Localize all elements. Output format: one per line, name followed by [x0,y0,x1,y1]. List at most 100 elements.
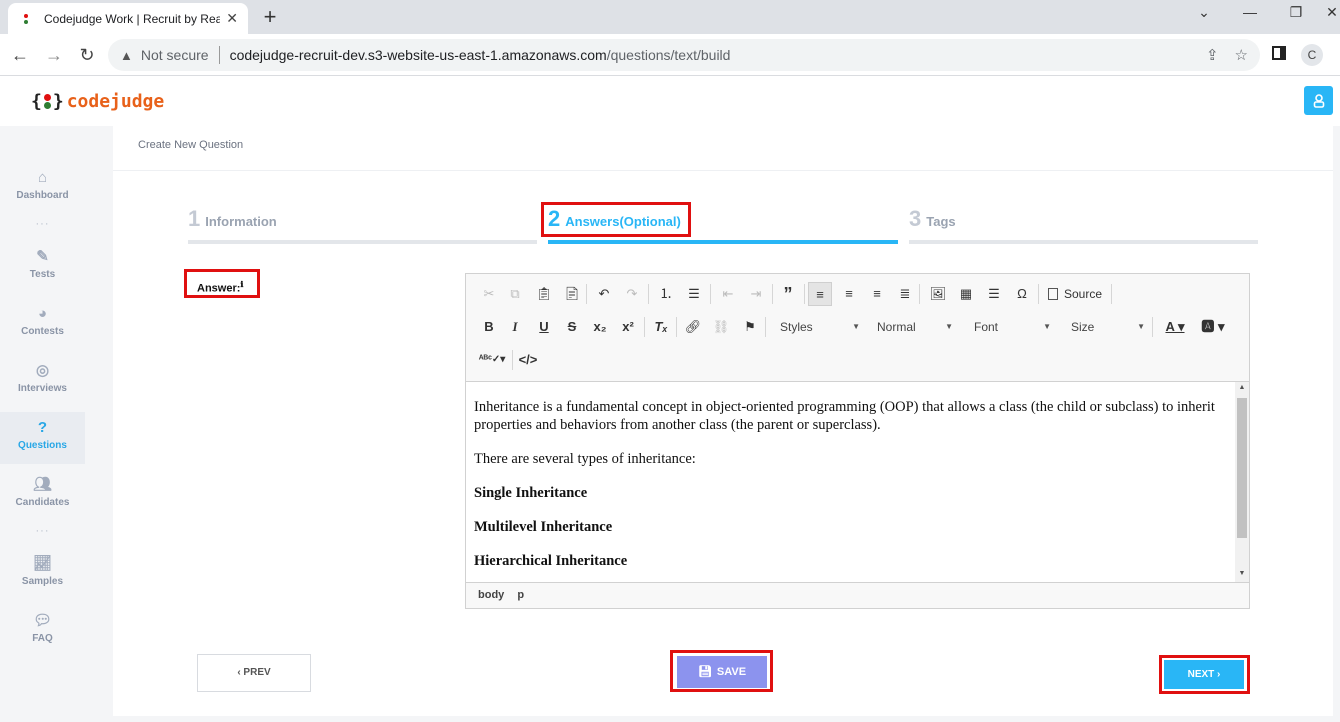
sidebar-item-label: Tests [29,269,56,280]
step-progress-bar [909,240,1258,244]
special-character-icon[interactable]: Ω [1010,282,1034,306]
codejudge-logo[interactable]: { } codejudge [31,91,164,112]
toolbar-separator [1152,317,1153,337]
url-divider [218,46,220,64]
home-icon: ⌂ [37,169,48,186]
step-progress-bar [188,240,537,244]
bulleted-list-icon[interactable]: ☰ [682,282,706,306]
toolbar-separator [1038,284,1039,304]
close-window-button[interactable]: ✕ [1320,4,1340,21]
numbered-list-icon[interactable]: ⒈ [654,282,678,306]
content-paragraph: Inheritance is a fundamental concept in … [474,399,1215,433]
unlink-icon[interactable]: ⛓ [709,315,733,339]
sidebar-item-faq[interactable]: 💬︎ FAQ [0,611,85,661]
align-justify-icon[interactable]: ≣ [893,282,917,306]
blockquote-icon[interactable]: ” [776,282,800,306]
size-select[interactable]: Size ▼ [1065,315,1147,339]
spellcheck-icon[interactable]: ᴬᴮᶜ✓▾ [477,348,507,372]
link-icon[interactable]: 🔗︎ [681,315,705,339]
font-select[interactable]: Font ▼ [968,315,1053,339]
user-profile-button[interactable] [1304,86,1333,115]
underline-icon[interactable]: U [532,315,556,339]
scrollbar-thumb[interactable] [1237,398,1247,538]
path-p[interactable]: p [517,589,524,601]
sidebar-item-tests[interactable]: ✎ Tests [0,247,85,297]
minimize-button[interactable]: — [1238,4,1262,20]
toolbar-separator [710,284,711,304]
tab-search-icon[interactable]: ⌄ [1192,4,1216,21]
url-input[interactable]: ▲ Not secure codejudge-recruit-dev.s3-we… [108,39,1260,71]
logo-close-brace: } [52,91,64,112]
side-panel-icon[interactable] [1272,46,1286,60]
format-select[interactable]: Normal ▼ [871,315,955,339]
content-paragraph: There are several types of inheritance: [474,451,696,467]
paste-icon[interactable]: 📋︎ [532,282,556,306]
align-center-icon[interactable]: ≡ [837,282,861,306]
styles-select[interactable]: Styles ▼ [774,315,862,339]
pie-chart-icon: ◕ [37,305,48,322]
scroll-down-icon[interactable]: ▼ [1235,570,1249,577]
code-icon[interactable]: </> [516,348,540,372]
toolbar-separator [644,317,645,337]
url-path: /questions/text/build [606,47,731,63]
cut-icon[interactable]: ✂ [477,282,501,306]
remove-format-icon[interactable]: Tₓ [649,315,673,339]
editor-content[interactable]: Inheritance is a fundamental concept in … [466,382,1235,582]
content-heading: Hierarchical Inheritance [474,553,628,569]
warning-icon[interactable]: ▲ [120,48,133,63]
sidebar-item-dashboard[interactable]: ⌂ Dashboard [0,168,85,218]
profile-avatar[interactable]: C [1301,44,1323,66]
forward-button[interactable]: → [42,43,66,67]
sidebar-item-samples[interactable]: 📈︎ Samples [0,554,85,604]
sidebar-item-candidates[interactable]: 👥︎ Candidates [0,475,85,525]
restore-button[interactable]: ❐ [1284,4,1308,21]
copy-icon[interactable]: ⧉ [503,282,527,306]
bookmark-star-icon[interactable]: ☆ [1235,46,1248,64]
toolbar-separator [919,284,920,304]
highlight-box [184,269,260,298]
prev-button[interactable]: ‹ PREV [197,654,311,692]
anchor-flag-icon[interactable]: ⚑ [738,315,762,339]
table-icon[interactable]: ▦ [954,282,978,306]
sidebar-item-interviews[interactable]: ◎ Interviews [0,361,85,411]
strikethrough-icon[interactable]: S [560,315,584,339]
tab-close-icon[interactable]: ✕ [226,10,238,27]
toolbar-separator [804,284,805,304]
redo-icon[interactable]: ↷ [620,282,644,306]
step-label: Information [205,214,277,229]
toolbar-separator [676,317,677,337]
paste-text-icon[interactable]: 📄︎ [560,282,584,306]
source-button[interactable]: Source [1048,282,1102,306]
decrease-indent-icon[interactable]: ⇤ [716,282,740,306]
question-icon: ? [37,419,48,436]
bold-icon[interactable]: B [477,315,501,339]
browser-tab[interactable]: Codejudge Work | Recruit by Rea ✕ [8,3,248,34]
chevron-down-icon: ▼ [945,322,953,331]
scroll-up-icon[interactable]: ▲ [1235,384,1249,391]
increase-indent-icon[interactable]: ⇥ [744,282,768,306]
url-text[interactable]: codejudge-recruit-dev.s3-website-us-east… [230,47,1190,63]
align-right-icon[interactable]: ≡ [865,282,889,306]
security-label[interactable]: Not secure [141,47,209,63]
horizontal-rule-icon[interactable]: ☰ [982,282,1006,306]
undo-icon[interactable]: ↶ [592,282,616,306]
reload-button[interactable]: ↻ [75,43,99,67]
subscript-icon[interactable]: x₂ [588,315,612,339]
path-body[interactable]: body [478,589,504,601]
share-icon[interactable]: ⇪ [1206,46,1219,64]
background-color-icon[interactable]: 🅰︎ ▾ [1196,315,1230,339]
new-tab-button[interactable]: + [258,6,282,28]
step-information[interactable]: 1 Information [188,206,537,246]
italic-icon[interactable]: I [503,315,527,339]
superscript-icon[interactable]: x² [616,315,640,339]
sidebar-item-contests[interactable]: ◕ Contests [0,304,85,354]
step-tags[interactable]: 3 Tags [909,206,1258,246]
back-button[interactable]: ← [8,43,32,67]
image-icon[interactable]: 🖼︎ [926,282,950,306]
sidebar-item-questions[interactable]: ? Questions [0,412,85,464]
align-left-icon[interactable]: ≡ [808,282,832,306]
text-color-icon[interactable]: A ▾ [1158,315,1192,339]
editor-scrollbar[interactable]: ▲ ▼ [1235,382,1249,582]
toolbar-separator [765,317,766,337]
step-progress-bar [548,240,898,244]
